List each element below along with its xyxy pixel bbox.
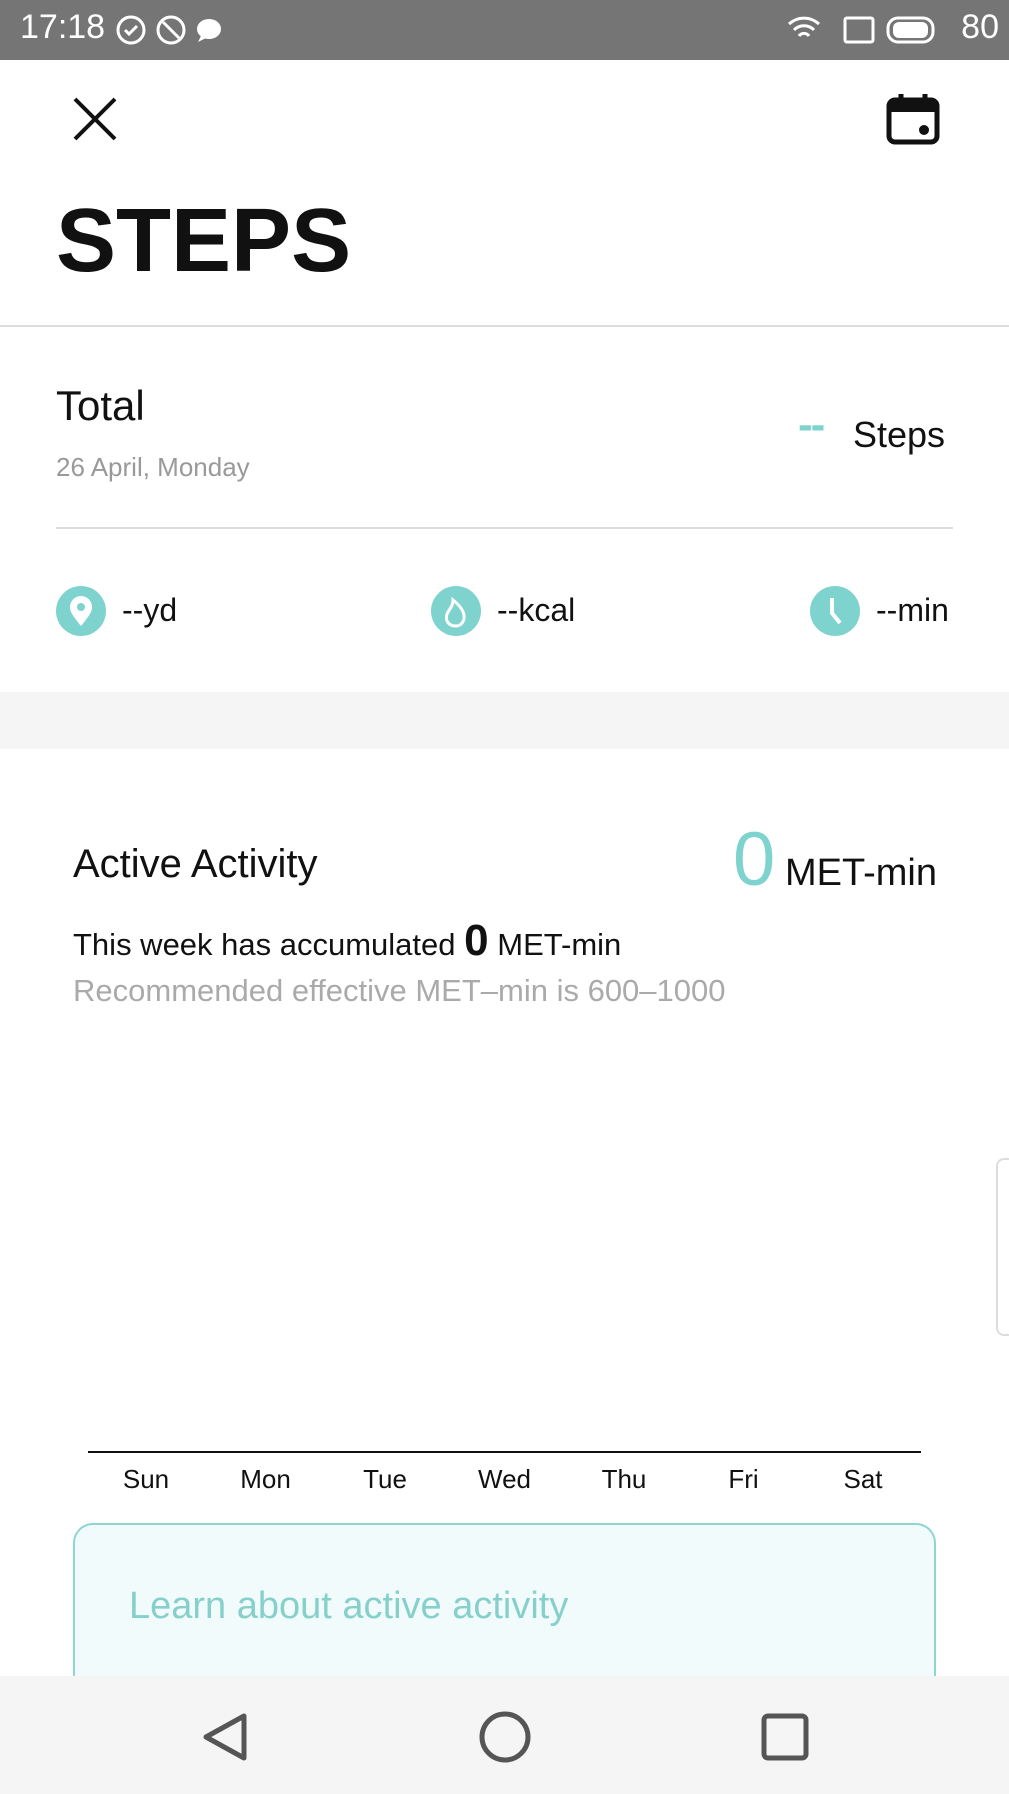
recommendation-text: Recommended effective MET–min is 600–100…: [73, 973, 726, 1008]
day-label: Mon: [240, 1464, 291, 1494]
day-label: Wed: [478, 1464, 531, 1494]
day-label: Tue: [363, 1464, 407, 1494]
home-icon[interactable]: [478, 1710, 532, 1764]
date-label: 26 April, Monday: [56, 452, 250, 482]
calendar-icon[interactable]: [886, 92, 940, 146]
close-icon[interactable]: [72, 96, 118, 142]
status-time: 17:18: [20, 8, 106, 46]
steps-value: --: [798, 400, 825, 449]
total-label: Total: [56, 382, 145, 429]
week-unit: MET-min: [497, 927, 622, 962]
battery-level: 80: [961, 8, 999, 46]
day-label: Sun: [122, 1464, 170, 1494]
steps-unit: Steps: [853, 414, 946, 455]
calories-value: --kcal: [497, 592, 576, 628]
system-icons: [787, 16, 935, 44]
day-label: Sat: [843, 1464, 883, 1494]
met-unit: MET-min: [785, 852, 937, 894]
section-separator: [0, 692, 1009, 749]
divider: [0, 325, 1009, 327]
flame-icon: [431, 586, 481, 636]
week-value: 0: [464, 916, 489, 965]
location-icon: [56, 586, 106, 636]
met-value: 0: [733, 817, 776, 902]
week-prefix: This week has accumulated: [73, 927, 456, 962]
chart-axis: [88, 1451, 921, 1453]
recents-icon[interactable]: [760, 1712, 810, 1762]
learn-card-label: Learn about active activity: [129, 1585, 569, 1627]
day-label: Thu: [601, 1464, 647, 1494]
page-title: STEPS: [56, 191, 352, 291]
duration-value: --min: [876, 592, 949, 628]
week-summary: This week has accumulated 0 MET-min: [73, 916, 621, 966]
clock-icon: [810, 586, 860, 636]
distance-value: --yd: [122, 592, 178, 628]
scrollbar[interactable]: [996, 1158, 1009, 1336]
back-icon[interactable]: [200, 1712, 250, 1762]
day-label: Fri: [728, 1464, 759, 1494]
status-bar: 17:18 80: [0, 0, 1009, 60]
navigation-bar: [0, 1676, 1009, 1794]
active-activity-title: Active Activity: [73, 842, 318, 886]
divider: [56, 527, 953, 529]
notification-icons: [116, 15, 221, 45]
